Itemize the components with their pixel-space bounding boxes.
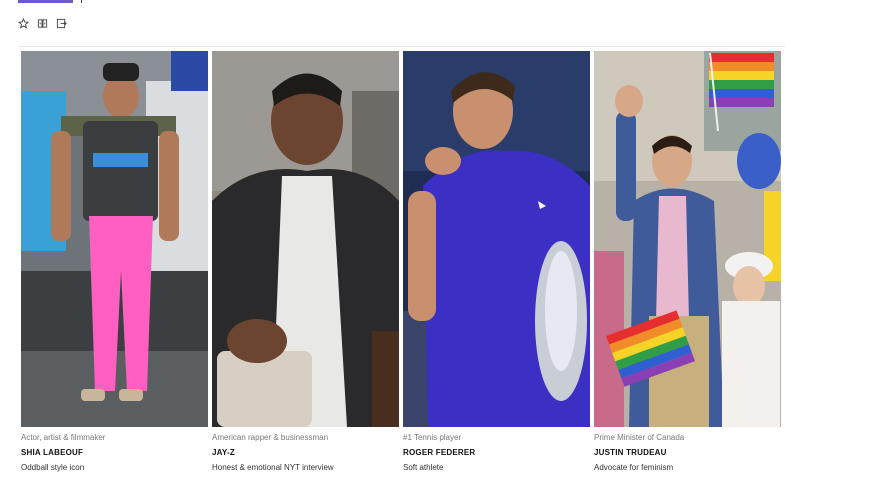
card-tag: Actor, artist & filmmaker: [21, 433, 106, 442]
card-tag: Prime Minister of Canada: [594, 433, 685, 442]
card-tag: American rapper & businessman: [212, 433, 329, 442]
card-description: Advocate for feminism: [594, 463, 674, 472]
divider: [18, 46, 785, 47]
card-name[interactable]: ROGER FEDERER: [403, 448, 590, 458]
card-shia-labeouf[interactable]: Actor, artist & filmmaker SHIA LABEOUF O…: [21, 51, 208, 473]
share-icon[interactable]: [56, 18, 67, 29]
card-jay-z[interactable]: American rapper & businessman JAY-Z Hone…: [212, 51, 399, 473]
celebrity-grid: Actor, artist & filmmaker SHIA LABEOUF O…: [21, 51, 781, 473]
star-icon[interactable]: [18, 18, 29, 29]
card-description: Oddball style icon: [21, 463, 85, 472]
toolbar: [18, 18, 67, 29]
card-tag: #1 Tennis player: [403, 433, 462, 442]
photo-roger-federer: [403, 51, 590, 427]
card-name[interactable]: SHIA LABEOUF: [21, 448, 208, 458]
card-name[interactable]: JAY-Z: [212, 448, 399, 458]
photo-jay-z: [212, 51, 399, 427]
photo-justin-trudeau: [594, 51, 781, 427]
card-roger-federer[interactable]: #1 Tennis player ROGER FEDERER Soft athl…: [403, 51, 590, 473]
card-justin-trudeau[interactable]: Prime Minister of Canada JUSTIN TRUDEAU …: [594, 51, 781, 473]
compare-icon[interactable]: [37, 18, 48, 29]
card-description: Honest & emotional NYT interview: [212, 463, 334, 472]
card-description: Soft athlete: [403, 463, 444, 472]
selected-tab-indicator: [18, 0, 73, 3]
tab-separator: [81, 0, 82, 3]
photo-shia-labeouf: [21, 51, 208, 427]
card-name[interactable]: JUSTIN TRUDEAU: [594, 448, 781, 458]
